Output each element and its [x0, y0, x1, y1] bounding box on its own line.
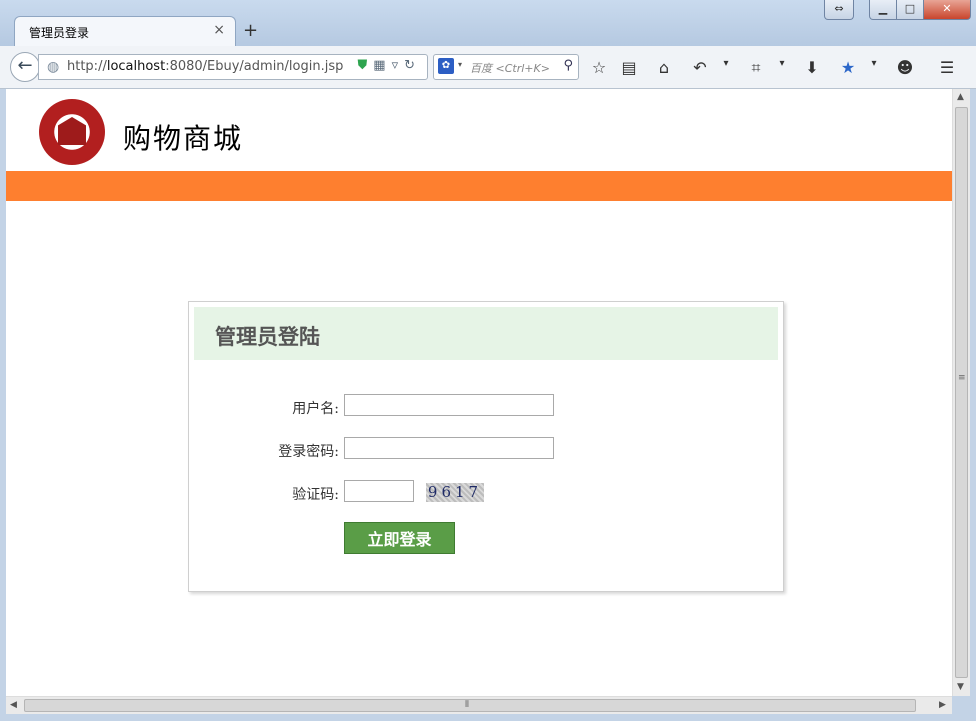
search-box[interactable]: ✿ ▾ 百度 <Ctrl+K> ⚲: [433, 54, 579, 80]
new-tab-icon[interactable]: +: [243, 20, 258, 41]
site-title: 购物商城: [123, 122, 244, 155]
page-content: 购物商城 管理员登陆 用户名: 登录密码: 验证码: 9617 立即登录: [6, 89, 952, 696]
home-icon[interactable]: ⌂: [654, 58, 674, 77]
star-icon[interactable]: ☆: [589, 58, 609, 77]
reload-icon: ↻: [404, 58, 421, 73]
dropdown-icon: ▿: [391, 58, 405, 73]
tab-title: 管理员登录: [29, 26, 90, 40]
crop-dropdown-icon[interactable]: ▾: [772, 58, 792, 69]
globe-icon: ◍: [47, 59, 60, 75]
back-arrow-icon[interactable]: ←: [10, 52, 40, 82]
address-bar[interactable]: ◍ http://localhost:8080/Ebuy/admin/login…: [38, 54, 428, 80]
search-placeholder: 百度 <Ctrl+K>: [470, 62, 550, 75]
username-input[interactable]: [344, 394, 554, 416]
scroll-down-icon[interactable]: ▼: [957, 682, 964, 692]
download-icon[interactable]: ⬇: [802, 58, 822, 77]
captcha-input[interactable]: [344, 480, 414, 502]
search-icon[interactable]: ⚲: [563, 58, 573, 73]
menu-icon[interactable]: ☰: [937, 58, 957, 77]
reader-icon[interactable]: ▤: [619, 58, 639, 77]
horizontal-scrollbar[interactable]: ◀ ⦀ ▶: [6, 696, 952, 714]
scroll-left-icon[interactable]: ◀: [10, 700, 17, 710]
bookmark-star-icon[interactable]: ★: [838, 58, 858, 77]
bookmark-dropdown-icon[interactable]: ▾: [864, 58, 884, 69]
username-label: 用户名:: [292, 401, 339, 417]
window-titlebar: 管理员登录 × + ⇔ ▁ □ ✕: [0, 0, 976, 47]
hscroll-grip-icon: ⦀: [465, 700, 469, 710]
navigation-toolbar: ← ◍ http://localhost:8080/Ebuy/admin/log…: [0, 46, 976, 89]
password-input[interactable]: [344, 437, 554, 459]
crop-icon[interactable]: ⌗: [746, 58, 766, 78]
tab-close-icon[interactable]: ×: [213, 22, 225, 38]
scroll-grip-icon: ≡: [958, 373, 966, 383]
search-engine-dropdown-icon[interactable]: ▾: [458, 60, 462, 69]
minimize-button[interactable]: ▁: [869, 0, 897, 20]
qr-icon: ▦: [373, 58, 392, 73]
restore-tabs-button[interactable]: ⇔: [824, 0, 854, 20]
login-panel-header: 管理员登陆: [194, 307, 778, 360]
site-logo: [39, 99, 105, 165]
browser-tab[interactable]: 管理员登录 ×: [14, 16, 236, 47]
undo-dropdown-icon[interactable]: ▾: [716, 58, 736, 69]
chat-icon[interactable]: ☻: [895, 58, 915, 77]
url-text[interactable]: http://localhost:8080/Ebuy/admin/login.j…: [67, 59, 343, 74]
close-window-button[interactable]: ✕: [923, 0, 971, 20]
scroll-up-icon[interactable]: ▲: [957, 92, 964, 102]
scroll-right-icon[interactable]: ▶: [939, 700, 946, 710]
baidu-paw-icon[interactable]: ✿: [438, 58, 454, 74]
vertical-scroll-thumb[interactable]: [955, 107, 968, 678]
header-bar: [6, 171, 952, 201]
login-heading: 管理员登陆: [215, 324, 320, 349]
login-button[interactable]: 立即登录: [344, 522, 455, 554]
captcha-image[interactable]: 9617: [426, 483, 484, 502]
horizontal-scroll-thumb[interactable]: [24, 699, 916, 712]
shield-icon: ⛊: [357, 58, 374, 73]
login-panel: 管理员登陆 用户名: 登录密码: 验证码: 9617 立即登录: [188, 301, 784, 592]
maximize-button[interactable]: □: [896, 0, 924, 20]
vertical-scrollbar[interactable]: ▲ ≡ ▼: [952, 89, 970, 696]
undo-icon[interactable]: ↶: [690, 58, 710, 77]
url-bar-icons[interactable]: ⛊▦▿↻: [358, 58, 422, 73]
captcha-label: 验证码:: [292, 487, 339, 503]
password-label: 登录密码:: [278, 444, 339, 460]
